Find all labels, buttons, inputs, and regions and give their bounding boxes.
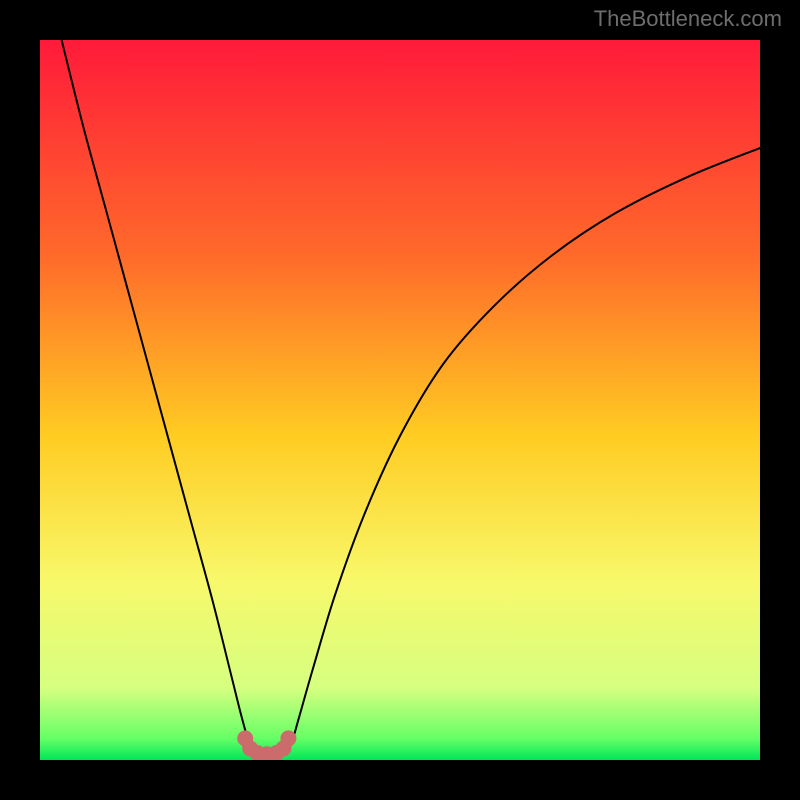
chart-canvas: [40, 40, 760, 760]
chart-background: [40, 40, 760, 760]
watermark-text: TheBottleneck.com: [594, 6, 782, 32]
chart-svg: [40, 40, 760, 760]
marker-valley-highlight: [280, 730, 296, 746]
